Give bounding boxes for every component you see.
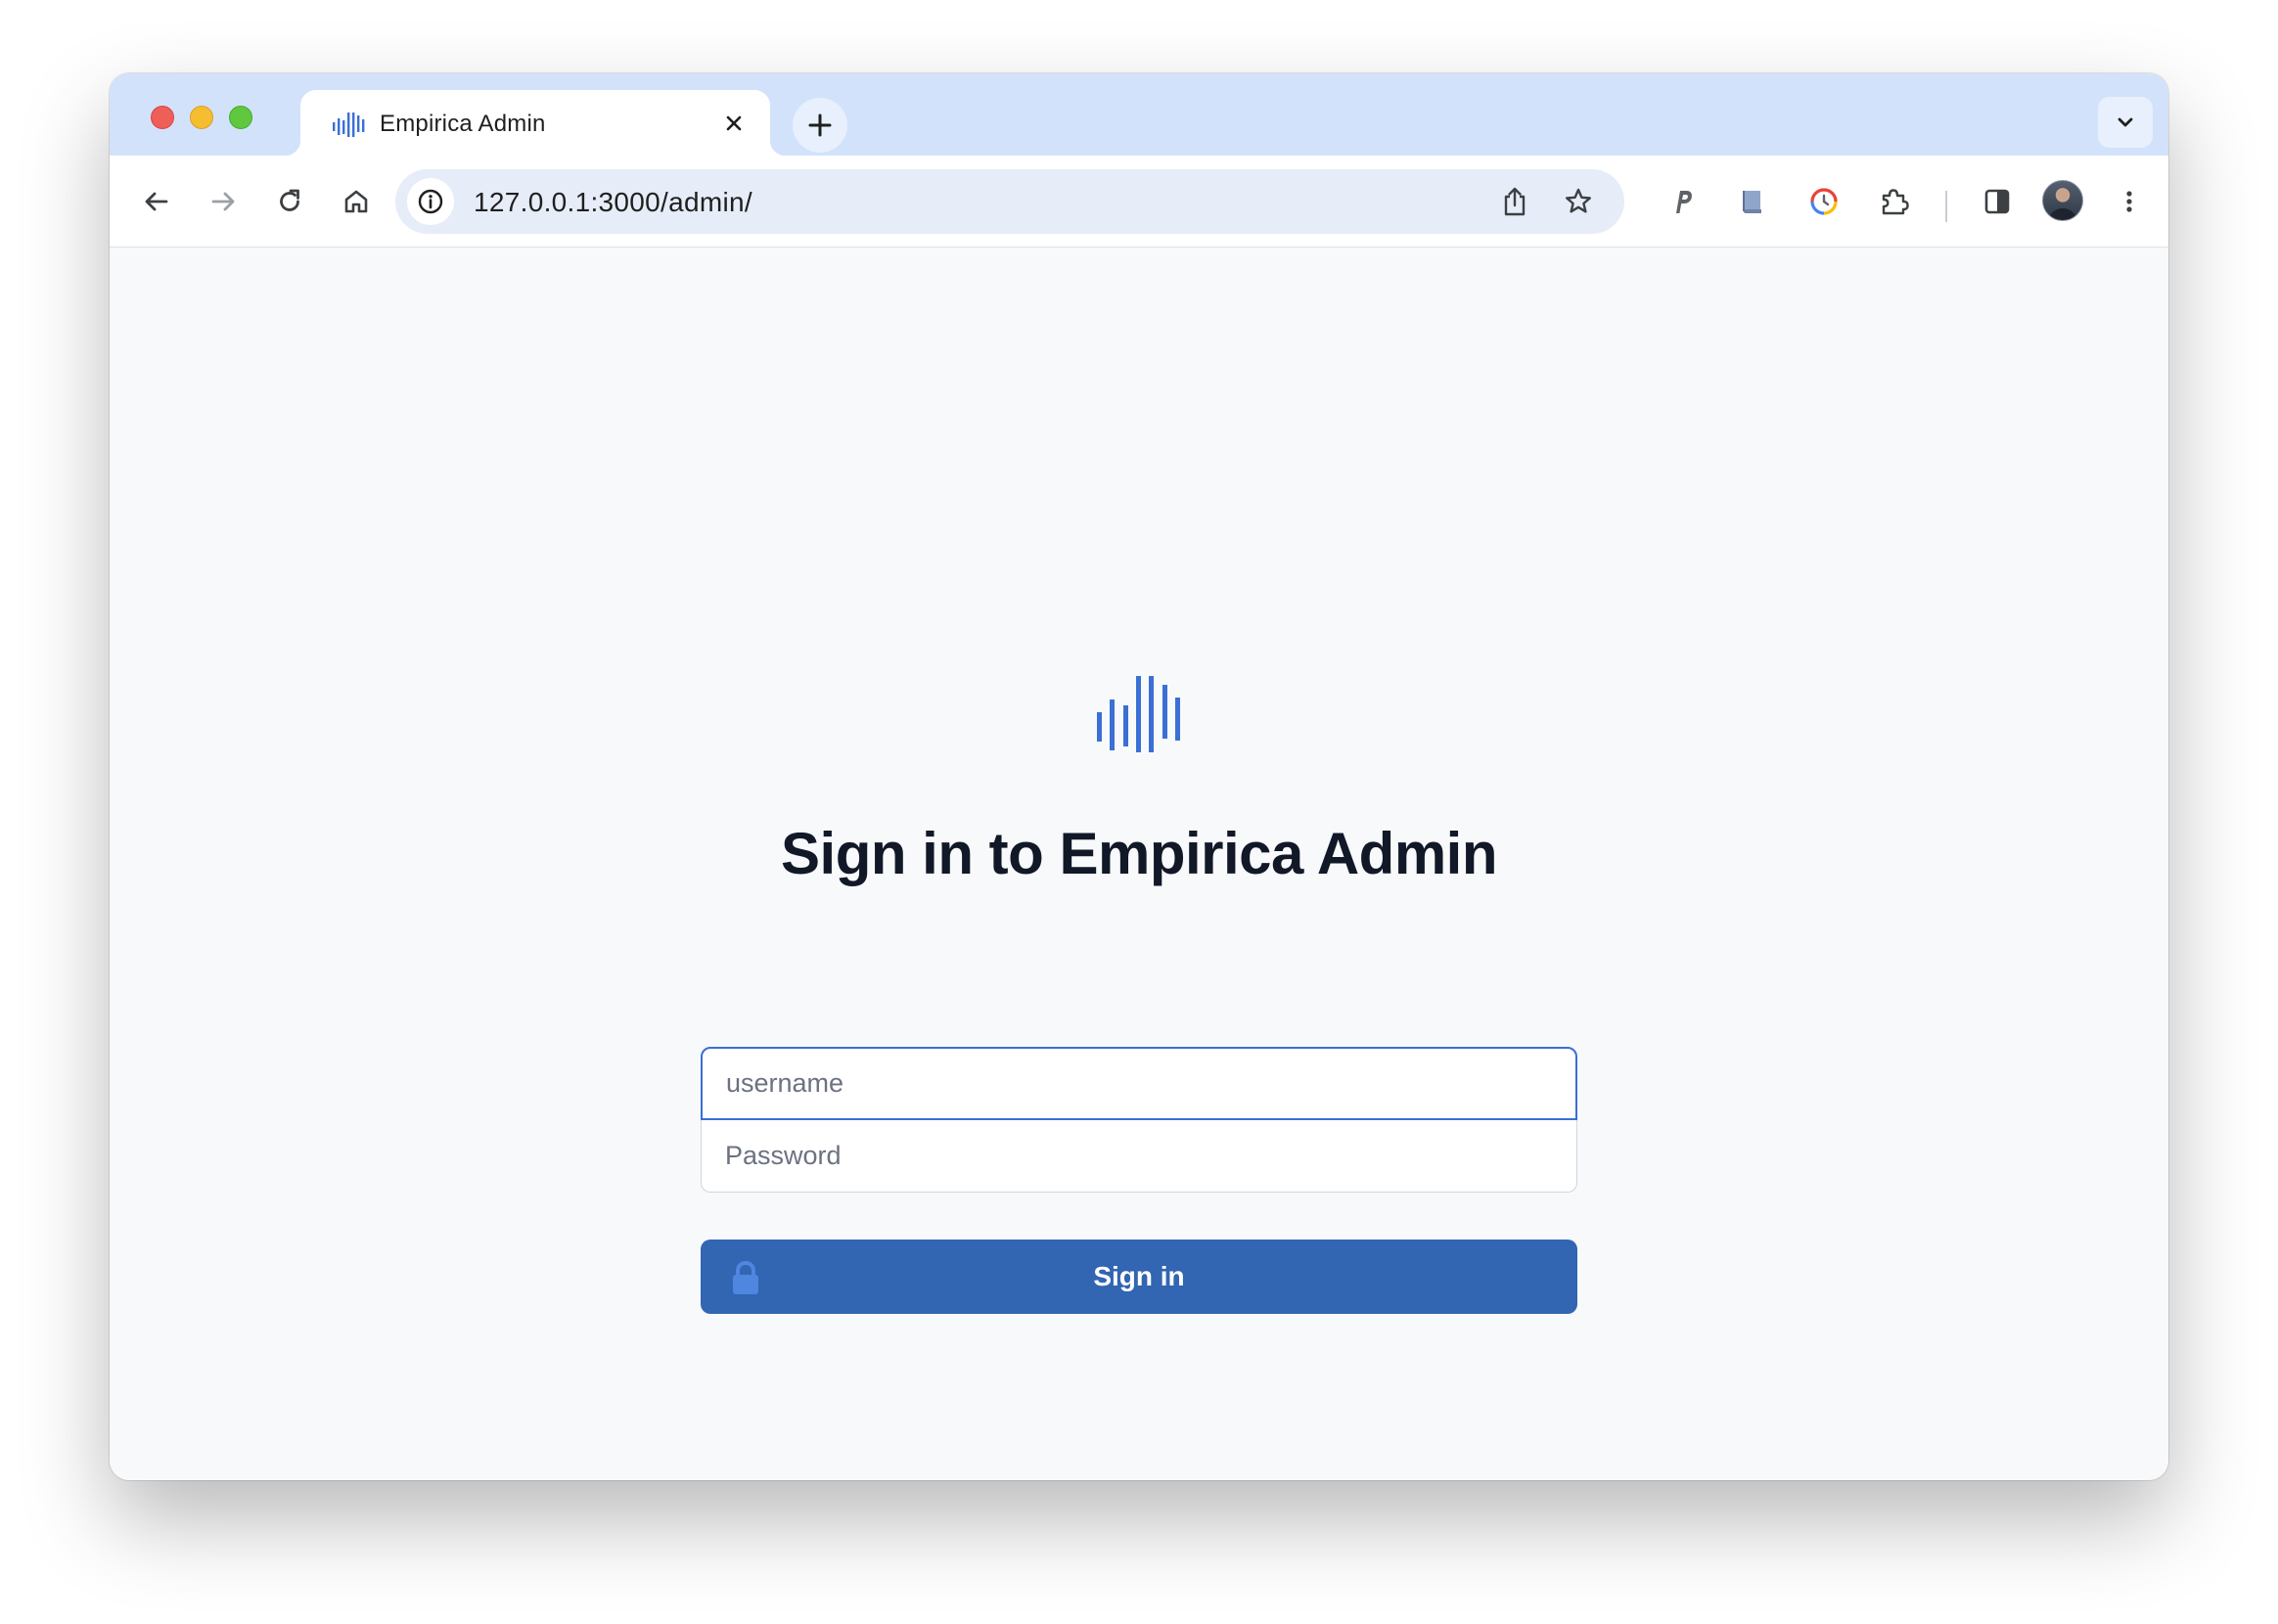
site-info-button[interactable] bbox=[407, 178, 454, 225]
menu-more-icon bbox=[2126, 191, 2132, 212]
toolbar-divider bbox=[1945, 191, 1947, 222]
reload-button[interactable] bbox=[265, 177, 314, 226]
extension-book-icon bbox=[1743, 191, 1761, 213]
bookmark-button[interactable] bbox=[1555, 178, 1602, 225]
browser-toolbar: 127.0.0.1:3000/admin/ bbox=[110, 156, 2168, 248]
sign-in-label: Sign in bbox=[1093, 1261, 1185, 1291]
address-bar[interactable]: 127.0.0.1:3000/admin/ bbox=[395, 169, 1624, 234]
back-button[interactable] bbox=[132, 177, 181, 226]
tab-strip: Empirica Admin bbox=[110, 73, 2168, 156]
close-window-button[interactable] bbox=[151, 106, 174, 129]
page-title: Sign in to Empirica Admin bbox=[781, 821, 1498, 886]
close-icon bbox=[726, 115, 742, 131]
reload-icon bbox=[280, 189, 299, 211]
url-text: 127.0.0.1:3000/admin/ bbox=[474, 187, 752, 217]
tab-search-button[interactable] bbox=[2098, 97, 2153, 148]
forward-button[interactable] bbox=[199, 177, 248, 226]
extension-clock-button[interactable] bbox=[1800, 177, 1848, 226]
password-field[interactable] bbox=[701, 1119, 1577, 1193]
extension-p-icon bbox=[1676, 191, 1692, 213]
back-icon bbox=[145, 192, 168, 211]
site-info-icon bbox=[418, 189, 443, 214]
sign-in-button[interactable]: Sign in bbox=[701, 1240, 1577, 1314]
bookmark-star-icon bbox=[1566, 188, 1591, 213]
chevron-down-icon bbox=[2118, 117, 2133, 127]
minimize-window-button[interactable] bbox=[190, 106, 213, 129]
browser-menu-button[interactable] bbox=[2105, 177, 2154, 226]
tab-close-button[interactable] bbox=[719, 109, 749, 138]
empirica-logo-icon bbox=[1097, 676, 1180, 752]
forward-icon bbox=[211, 192, 235, 211]
username-field[interactable] bbox=[701, 1047, 1577, 1120]
maximize-window-button[interactable] bbox=[229, 106, 252, 129]
extension-book-button[interactable] bbox=[1728, 177, 1777, 226]
page-content: Sign in to Empirica Admin Sign in bbox=[110, 248, 2168, 1480]
new-tab-button[interactable] bbox=[793, 98, 847, 153]
browser-window: Empirica Admin 127.0.0.1:3000/admin/ Sig… bbox=[110, 73, 2168, 1480]
extensions-puzzle-icon bbox=[1882, 189, 1909, 215]
side-panel-icon bbox=[1984, 189, 2010, 214]
home-icon bbox=[344, 190, 368, 213]
extension-p-button[interactable] bbox=[1658, 177, 1707, 226]
extension-clock-icon bbox=[1810, 188, 1838, 215]
tab-title: Empirica Admin bbox=[380, 111, 546, 137]
profile-avatar[interactable] bbox=[2042, 180, 2083, 221]
extensions-button[interactable] bbox=[1870, 177, 1919, 226]
side-panel-button[interactable] bbox=[1973, 177, 2022, 226]
share-button[interactable] bbox=[1491, 178, 1538, 225]
plus-icon bbox=[808, 113, 832, 137]
share-icon bbox=[1504, 187, 1526, 216]
empirica-favicon-icon bbox=[333, 113, 365, 137]
home-button[interactable] bbox=[332, 177, 381, 226]
lock-icon bbox=[733, 1260, 758, 1294]
tab-empirica-admin[interactable]: Empirica Admin bbox=[285, 90, 786, 156]
